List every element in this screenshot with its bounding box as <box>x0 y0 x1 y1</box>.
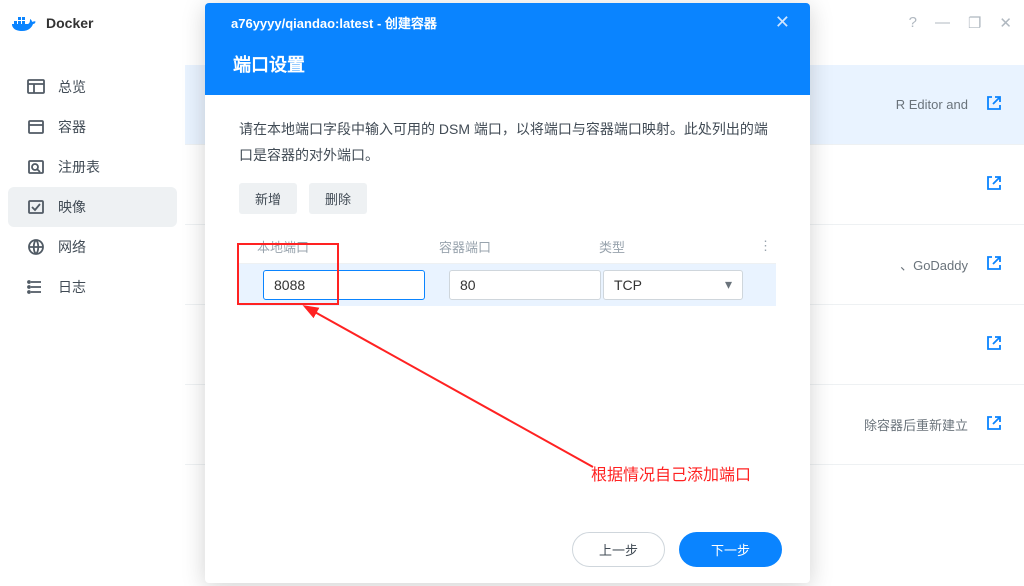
table-row[interactable]: TCP ▾ <box>239 264 776 306</box>
close-icon[interactable]: ✕ <box>775 12 790 33</box>
sidebar-item-label: 网络 <box>58 237 86 257</box>
sidebar-item-network[interactable]: 网络 <box>0 227 185 267</box>
col-type: 类型 <box>591 237 741 256</box>
modal-subtitle: a76yyyy/qiandao:latest - 创建容器 <box>231 13 437 32</box>
open-external-icon[interactable] <box>986 335 1002 354</box>
port-table: 本地端口 容器端口 类型 ⋮ TCP ▾ <box>239 230 776 306</box>
open-external-icon[interactable] <box>986 175 1002 194</box>
chevron-down-icon: ▾ <box>725 276 732 293</box>
modal-title: 端口设置 <box>231 51 790 77</box>
minimize-button[interactable]: — <box>935 14 950 32</box>
local-port-input[interactable] <box>263 270 425 300</box>
sidebar: 总览 容器 注册表 映像 网络 日志 <box>0 45 185 586</box>
open-external-icon[interactable] <box>986 255 1002 274</box>
sidebar-item-container[interactable]: 容器 <box>0 107 185 147</box>
help-button[interactable]: ? <box>909 14 917 32</box>
sidebar-item-log[interactable]: 日志 <box>0 267 185 307</box>
container-icon <box>26 117 46 137</box>
network-icon <box>26 237 46 257</box>
maximize-button[interactable]: ❐ <box>968 14 981 32</box>
add-button[interactable]: 新增 <box>239 183 297 214</box>
type-select-value: TCP <box>614 277 642 293</box>
more-icon[interactable]: ⋮ <box>741 238 776 254</box>
sidebar-item-label: 总览 <box>58 77 86 97</box>
col-container-port: 容器端口 <box>421 237 591 256</box>
col-local-port: 本地端口 <box>239 237 421 256</box>
type-select[interactable]: TCP ▾ <box>603 270 743 300</box>
log-icon <box>26 277 46 297</box>
next-button[interactable]: 下一步 <box>679 532 782 567</box>
sidebar-item-label: 映像 <box>58 197 86 217</box>
open-external-icon[interactable] <box>986 415 1002 434</box>
sidebar-item-label: 注册表 <box>58 157 100 177</box>
modal-description: 请在本地端口字段中输入可用的 DSM 端口，以将端口与容器端口映射。此处列出的端… <box>239 117 776 169</box>
create-container-modal: a76yyyy/qiandao:latest - 创建容器 ✕ 端口设置 请在本… <box>205 3 810 583</box>
sidebar-item-registry[interactable]: 注册表 <box>0 147 185 187</box>
annotation-text: 根据情况自己添加端口 <box>591 461 751 485</box>
open-external-icon[interactable] <box>986 95 1002 114</box>
image-icon <box>26 197 46 217</box>
sidebar-item-label: 容器 <box>58 117 86 137</box>
docker-logo <box>12 14 36 32</box>
close-window-button[interactable]: ✕ <box>999 14 1012 32</box>
delete-button[interactable]: 删除 <box>309 183 367 214</box>
registry-icon <box>26 157 46 177</box>
container-port-input[interactable] <box>449 270 601 300</box>
dashboard-icon <box>26 77 46 97</box>
sidebar-item-label: 日志 <box>58 277 86 297</box>
sidebar-item-overview[interactable]: 总览 <box>0 67 185 107</box>
sidebar-item-image[interactable]: 映像 <box>8 187 177 227</box>
app-title: Docker <box>46 15 93 31</box>
back-button[interactable]: 上一步 <box>572 532 665 567</box>
